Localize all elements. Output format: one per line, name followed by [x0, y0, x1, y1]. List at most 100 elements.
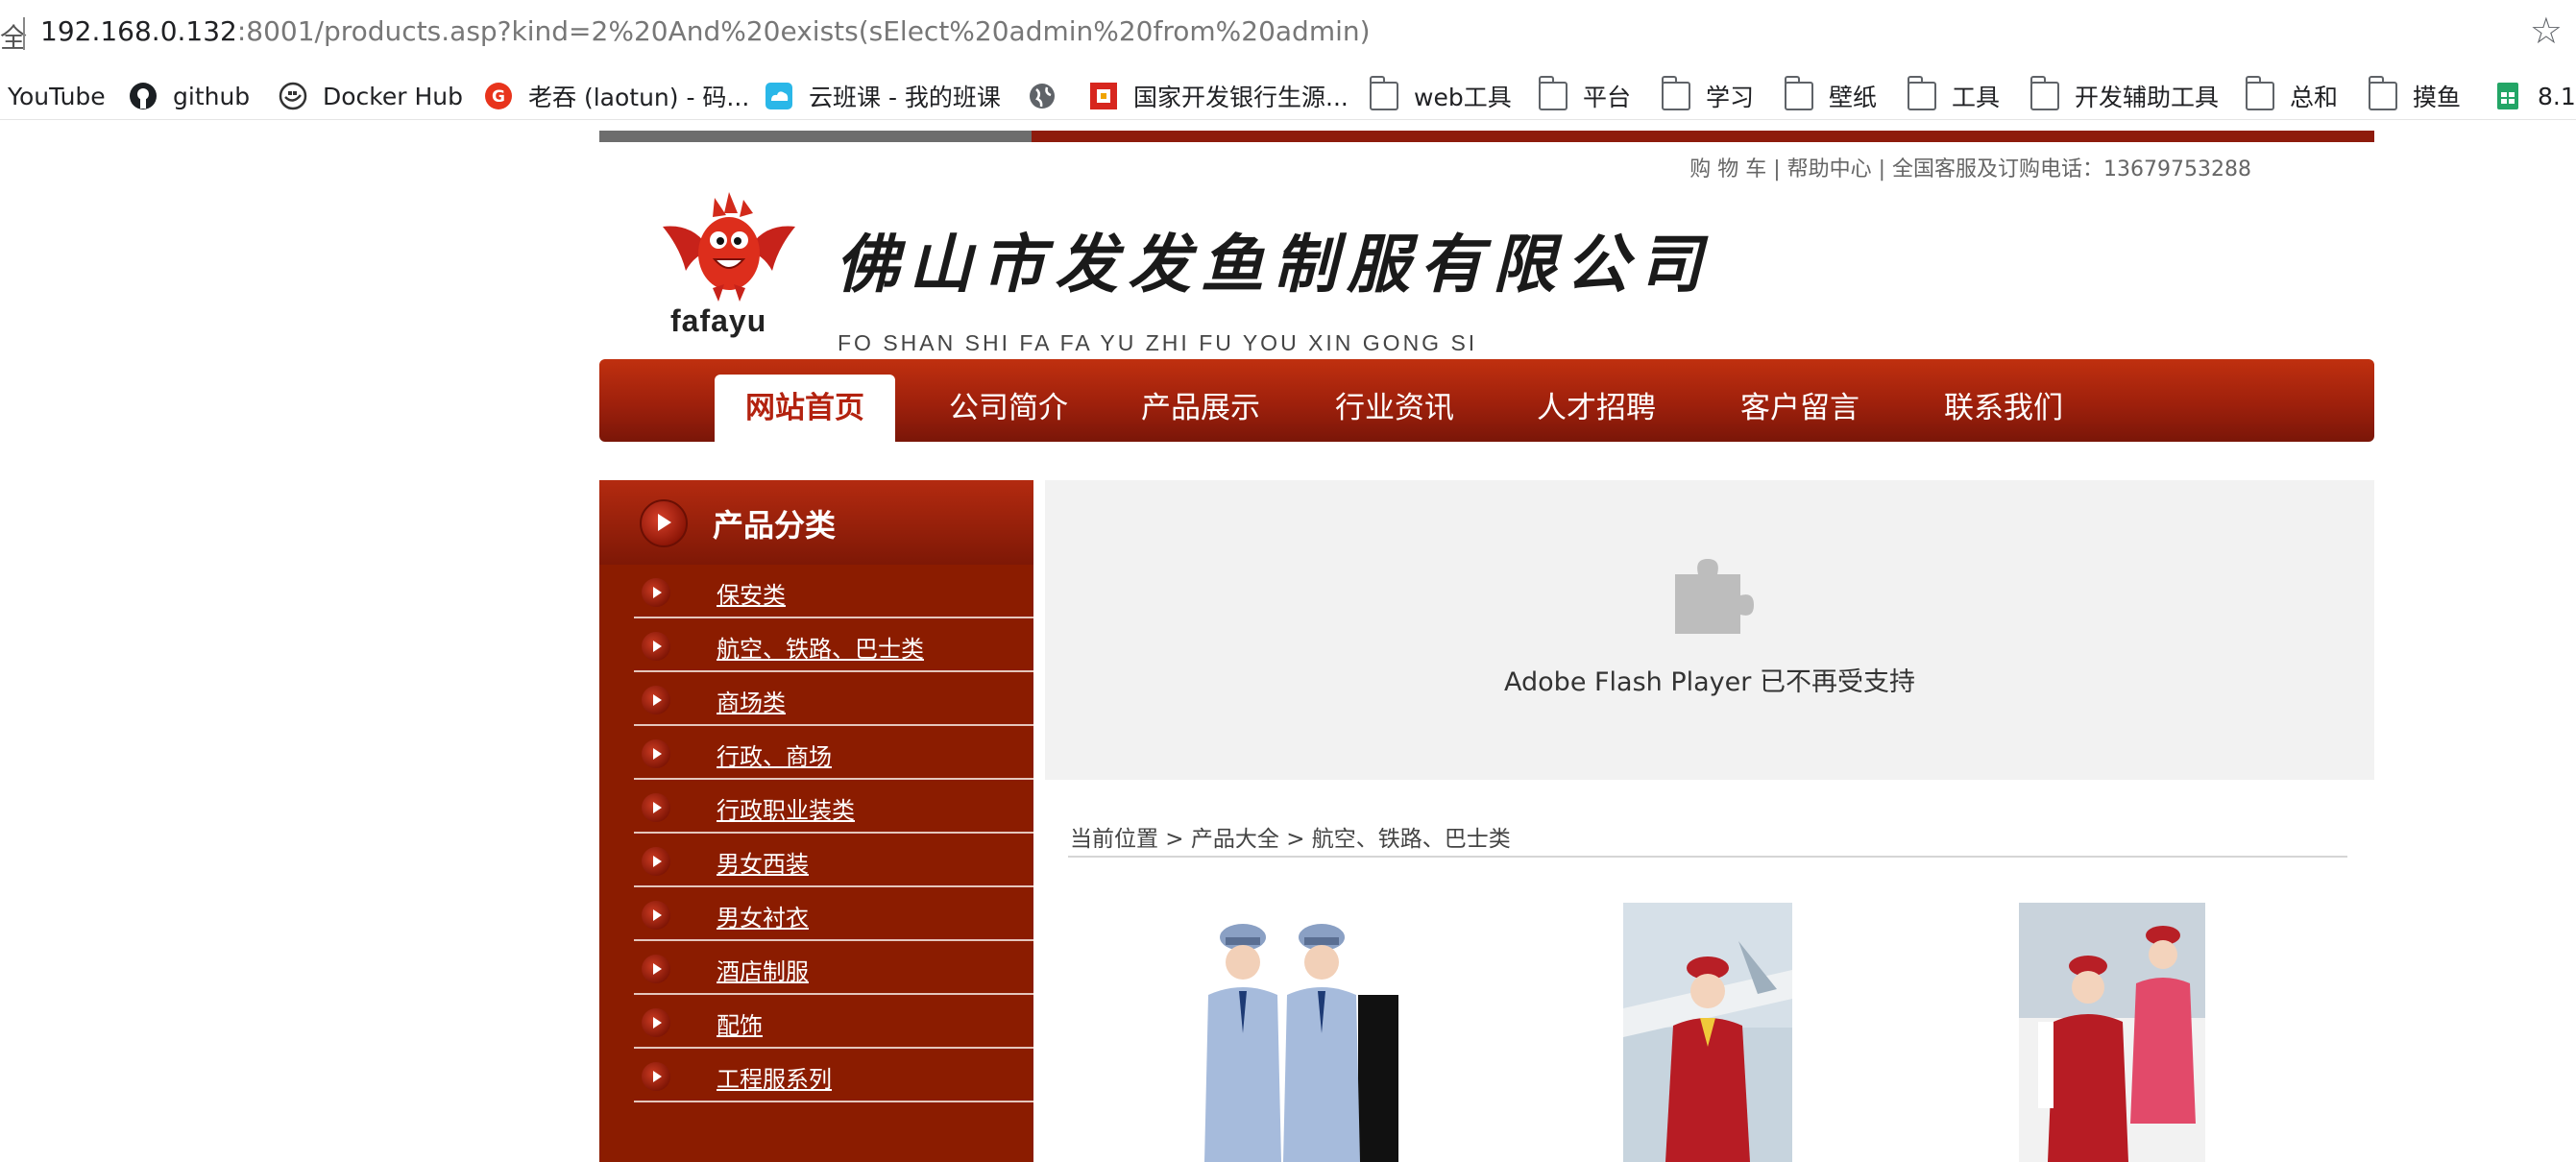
- folder-icon: [1907, 76, 1936, 110]
- bookmark-docker-hub[interactable]: Docker Hub: [279, 79, 463, 113]
- bookmark-label: 老吞 (laotun) - 码...: [528, 84, 750, 111]
- bullet-icon: [642, 686, 670, 714]
- bookmark-label: 国家开发银行生源...: [1133, 84, 1349, 111]
- url-separator: [23, 17, 25, 50]
- nav-contact[interactable]: 联系我们: [1944, 375, 2063, 442]
- product-image[interactable]: [2019, 903, 2205, 1162]
- bookmark-folder-study[interactable]: 学习: [1661, 76, 1754, 113]
- bookmark-label: YouTube: [8, 82, 106, 110]
- nav-jobs[interactable]: 人才招聘: [1537, 375, 1656, 442]
- folder-icon: [1538, 76, 1567, 110]
- bullet-icon: [642, 1008, 670, 1037]
- breadcrumb[interactable]: 当前位置 > 产品大全 > 航空、铁路、巴士类: [1070, 820, 1511, 853]
- category-link[interactable]: 商场类: [717, 684, 786, 717]
- nav-products[interactable]: 产品展示: [1141, 375, 1260, 442]
- category-link[interactable]: 男女衬衣: [717, 899, 809, 932]
- bookmark-label: web工具: [1414, 84, 1512, 111]
- bookmark-youtube[interactable]: YouTube: [8, 79, 106, 113]
- sheets-icon: [2493, 82, 2522, 110]
- product-category-sidebar: 产品分类 保安类 航空、铁路、巴士类 商场类 行政、商场 行政职业装类 男女西装…: [599, 480, 1033, 1162]
- category-item[interactable]: 工程服系列: [599, 1049, 1033, 1102]
- bookmark-label: 工具: [1952, 84, 2001, 111]
- category-item[interactable]: 航空、铁路、巴士类: [599, 618, 1033, 672]
- fish-mascot-logo: [663, 192, 795, 302]
- bookmark-github[interactable]: github: [129, 79, 250, 113]
- category-link[interactable]: 酒店制服: [717, 953, 809, 986]
- bookmark-laotun[interactable]: G 老吞 (laotun) - 码...: [484, 79, 749, 113]
- folder-icon: [2368, 76, 2397, 110]
- bullet-icon: [642, 901, 670, 930]
- bullet-icon: [642, 793, 670, 822]
- category-link[interactable]: 配饰: [717, 1006, 763, 1040]
- company-pinyin: FO SHAN SHI FA FA YU ZHI FU YOU XIN GONG…: [838, 330, 1478, 355]
- bookmark-label: github: [173, 82, 251, 110]
- top-accent-strip: [599, 131, 2374, 142]
- logo-area[interactable]: fafayu 佛山市发发鱼制服有限公司 FO SHAN SHI FA FA YU…: [657, 184, 1713, 376]
- docker-icon: [279, 82, 307, 110]
- bookmark-label: Docker Hub: [323, 82, 463, 110]
- cloud-class-icon: [765, 82, 793, 110]
- folder-icon: [1784, 76, 1813, 110]
- category-item[interactable]: 男女衬衣: [599, 887, 1033, 941]
- main-nav: 网站首页 公司简介 产品展示 行业资讯 人才招聘 客户留言 联系我们: [599, 359, 2374, 442]
- svg-text:G: G: [492, 87, 505, 107]
- bookmark-folder-platform[interactable]: 平台: [1538, 76, 1631, 113]
- category-link[interactable]: 行政职业装类: [717, 791, 855, 825]
- bullet-icon: [642, 578, 670, 607]
- bullet-icon: [642, 955, 670, 983]
- url-text[interactable]: 192.168.0.132:8001/products.asp?kind=2%2…: [40, 15, 1371, 47]
- category-item[interactable]: 行政职业装类: [599, 780, 1033, 834]
- website-page: 购 物 车 | 帮助中心 | 全国客服及订购电话：13679753288 faf…: [599, 131, 2374, 1162]
- folder-icon: [1661, 76, 1690, 110]
- category-link[interactable]: 行政、商场: [717, 738, 832, 771]
- product-image[interactable]: [1623, 903, 1792, 1162]
- nav-home[interactable]: 网站首页: [715, 375, 895, 442]
- category-item[interactable]: 酒店制服: [599, 941, 1033, 995]
- brand-text: fafayu: [670, 303, 767, 338]
- nav-about[interactable]: 公司简介: [949, 375, 1068, 442]
- folder-icon: [2245, 76, 2274, 110]
- bookmark-globe[interactable]: [1028, 79, 1072, 113]
- bookmark-sheet[interactable]: 8.10: [2493, 79, 2576, 113]
- product-image[interactable]: [1166, 908, 1398, 1162]
- category-link[interactable]: 保安类: [717, 576, 786, 610]
- star-icon[interactable]: ☆: [2530, 10, 2563, 52]
- flash-placeholder[interactable]: Adobe Flash Player 已不再受支持: [1045, 480, 2374, 780]
- category-item[interactable]: 行政、商场: [599, 726, 1033, 780]
- sidebar-header: 产品分类: [599, 480, 1033, 565]
- nav-news[interactable]: 行业资讯: [1335, 375, 1454, 442]
- bookmark-folder-wallpaper[interactable]: 壁纸: [1784, 76, 1877, 113]
- bookmark-folder-dev-tools[interactable]: 开发辅助工具: [2029, 76, 2219, 113]
- category-item[interactable]: 商场类: [599, 672, 1033, 726]
- bank-icon: [1089, 82, 1118, 110]
- bookmark-label: 总和: [2290, 84, 2339, 111]
- category-link[interactable]: 工程服系列: [717, 1060, 832, 1094]
- bookmark-label: 摸鱼: [2413, 84, 2462, 111]
- play-bullet-icon: [640, 499, 688, 547]
- category-item[interactable]: 男女西装: [599, 834, 1033, 887]
- nav-guestbook[interactable]: 客户留言: [1740, 375, 1859, 442]
- flash-unsupported-message: Adobe Flash Player 已不再受支持: [1504, 667, 1915, 697]
- address-bar[interactable]: 全 192.168.0.132:8001/products.asp?kind=2…: [0, 0, 2576, 67]
- bookmark-label: 云班课 - 我的班课: [809, 84, 1001, 111]
- category-link[interactable]: 男女西装: [717, 845, 809, 879]
- laotun-icon: G: [484, 82, 513, 110]
- bookmark-bank[interactable]: 国家开发银行生源...: [1089, 79, 1349, 113]
- top-links[interactable]: 购 物 车 | 帮助中心 | 全国客服及订购电话：13679753288: [1689, 152, 2251, 182]
- url-host: 192.168.0.132: [40, 15, 237, 47]
- category-link[interactable]: 航空、铁路、巴士类: [717, 630, 924, 664]
- folder-icon: [2029, 76, 2059, 110]
- category-item[interactable]: 保安类: [599, 565, 1033, 618]
- bookmark-folder-slack[interactable]: 摸鱼: [2368, 76, 2462, 113]
- breadcrumb-divider: [1068, 856, 2347, 858]
- bullet-icon: [642, 632, 670, 661]
- bookmark-folder-tools[interactable]: 工具: [1907, 76, 2001, 113]
- bullet-icon: [642, 1062, 670, 1091]
- category-item[interactable]: 配饰: [599, 995, 1033, 1049]
- github-icon: [129, 82, 158, 110]
- bookmark-folder-summary[interactable]: 总和: [2245, 76, 2339, 113]
- bookmark-folder-web-tools[interactable]: web工具: [1369, 76, 1512, 113]
- bullet-icon: [642, 739, 670, 768]
- puzzle-piece-icon: [1675, 559, 1754, 634]
- bookmark-cloud-class[interactable]: 云班课 - 我的班课: [765, 79, 1001, 113]
